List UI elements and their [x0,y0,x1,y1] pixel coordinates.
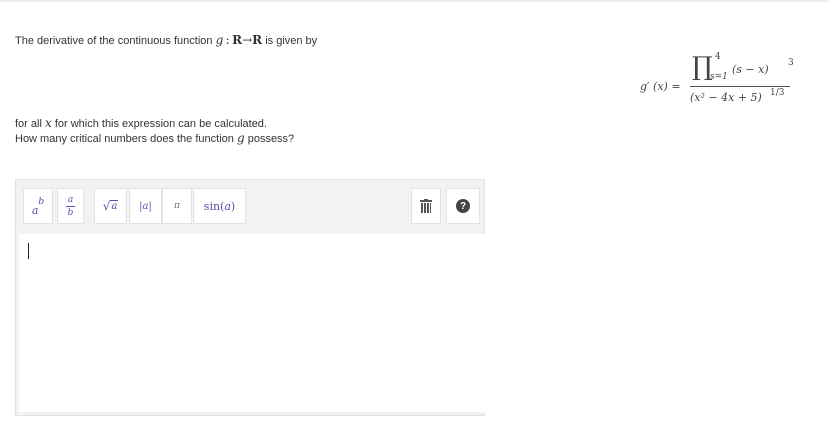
formula-lhs: g′ (x) = [640,80,681,93]
fraction-button[interactable]: a b [57,188,84,224]
square-root-button[interactable]: √ a [94,188,127,224]
question-line-2: for all x for which this expression can … [15,116,267,132]
product-upper-limit: 4 [715,52,721,62]
clear-button[interactable] [411,188,441,224]
answer-input[interactable] [19,234,485,412]
denominator-exponent: 1/3 [770,88,785,98]
arrow: → [242,33,253,47]
formula-denominator: (x² − 4x + 5) [690,91,762,104]
power-button[interactable]: ab [23,188,53,224]
help-button[interactable]: ? [446,188,480,224]
sine-button[interactable]: sin(a) [193,188,246,224]
numerator-body: (s − x) [732,63,769,76]
absolute-value-glyph: |a| [139,200,152,212]
square-root-symbol: √ [102,199,111,213]
question-line-1: The derivative of the continuous functio… [15,33,317,49]
codomain-set: R [252,33,263,47]
top-divider [0,0,829,3]
power-exponent: b [38,197,45,207]
absolute-value-button[interactable]: |a| [129,188,162,224]
question-prefix: The derivative of the continuous functio… [15,35,213,47]
trash-icon [420,199,432,213]
fraction-glyph: a b [66,195,75,218]
line3-variable: g [236,131,245,145]
sine-glyph: sin(a) [204,200,235,213]
line2-variable: x [44,116,52,130]
help-glyph: ? [459,200,467,212]
formula-numerator: ∏ 4 s=1 (s − x) 3 [692,50,794,82]
text-caret [28,243,29,259]
line3-prefix: How many critical numbers does the funct… [15,133,234,145]
sine-fn: sin [203,199,221,213]
line2-suffix: for which this expression can be calcula… [54,118,267,130]
fraction-bar [690,86,790,87]
lhs-argument: (x) = [653,80,681,93]
lhs-function: g [640,80,648,93]
colon: : [223,33,233,47]
question-line-3: How many critical numbers does the funct… [15,131,294,147]
domain-set: R [232,33,243,47]
line3-suffix: possess? [247,133,295,145]
help-icon: ? [456,199,470,213]
pi-button[interactable]: π [162,188,192,224]
line2-prefix: for all [15,118,42,130]
fraction-denominator: b [67,207,74,218]
derivative-formula: g′ (x) = ∏ 4 s=1 (s − x) 3 (x² − 4x + 5)… [640,50,820,120]
product-lower-limit: s=1 [710,72,728,82]
math-answer-editor: ab a b √ a |a| π sin(a) ? [15,179,485,416]
square-root-argument: a [110,200,119,212]
fraction-glyph-bar [66,205,75,207]
numerator-exponent: 3 [788,58,794,68]
pi-glyph: π [174,201,180,211]
sine-close-paren: ) [230,199,236,213]
math-toolbar: ab a b √ a |a| π sin(a) ? [16,180,484,232]
fraction-numerator: a [67,194,74,205]
question-suffix: is given by [265,35,318,47]
lhs-prime: ′ [647,80,650,93]
